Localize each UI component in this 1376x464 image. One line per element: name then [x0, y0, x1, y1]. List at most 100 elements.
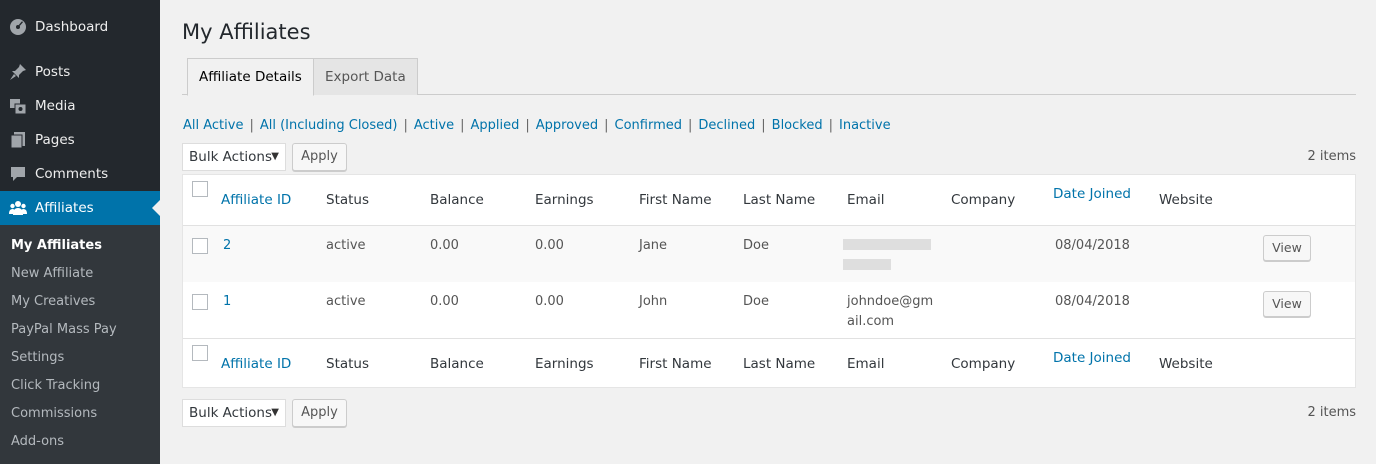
menu-dashboard-label: Dashboard [35, 19, 109, 35]
earnings-cell: 0.00 [535, 294, 564, 309]
separator: | [761, 118, 766, 133]
filter-all-active[interactable]: All Active [183, 118, 243, 133]
status-filters: All Active | All (Including Closed) | Active… [183, 118, 891, 133]
submenu-my-creatives[interactable]: My Creatives [11, 294, 95, 309]
last-name-cell: Doe [743, 294, 769, 309]
apply-button[interactable]: Apply [292, 399, 347, 427]
column-website: Website [1159, 192, 1213, 208]
page-title: My Affiliates [182, 20, 311, 44]
column-affiliate-id[interactable]: Affiliate ID [221, 356, 291, 372]
menu-posts-label: Posts [35, 64, 71, 80]
separator: | [688, 118, 693, 133]
row-checkbox[interactable] [192, 294, 208, 310]
date-joined-cell: 08/04/2018 [1055, 294, 1130, 309]
filter-all-including-closed[interactable]: All (Including Closed) [260, 118, 398, 133]
select-all-checkbox[interactable] [192, 181, 208, 197]
tab-export-data[interactable]: Export Data [313, 58, 418, 95]
item-count: 2 items [1307, 405, 1356, 420]
column-last-name: Last Name [743, 192, 816, 208]
menu-affiliates[interactable]: Affiliates [0, 191, 160, 225]
main-content: My Affiliates Affiliate Details Export D… [160, 0, 1376, 464]
tablenav-bottom: Bulk Actions ▼ Apply 2 items [182, 399, 1356, 427]
column-company: Company [951, 356, 1016, 372]
tablenav-top: Bulk Actions ▼ Apply 2 items [182, 143, 1356, 171]
submenu-my-affiliates[interactable]: My Affiliates [11, 238, 102, 253]
status-cell: active [326, 238, 366, 253]
separator: | [604, 118, 609, 133]
submenu-add-ons[interactable]: Add-ons [11, 434, 64, 449]
bulk-actions-label: Bulk Actions [189, 405, 272, 421]
table-row: 2 active 0.00 0.00 Jane Doe 08/04/2018 V… [183, 226, 1355, 282]
earnings-cell: 0.00 [535, 238, 564, 253]
separator: | [828, 118, 833, 133]
tab-affiliate-details[interactable]: Affiliate Details [187, 58, 314, 96]
date-joined-cell: 08/04/2018 [1055, 238, 1130, 253]
column-balance: Balance [430, 192, 484, 208]
separator: | [403, 118, 408, 133]
column-email: Email [847, 192, 885, 208]
column-earnings: Earnings [535, 192, 594, 208]
column-date-joined[interactable]: Date Joined [1053, 350, 1131, 366]
menu-dashboard[interactable]: Dashboard [0, 10, 160, 44]
item-count: 2 items [1307, 149, 1356, 164]
menu-media[interactable]: Media [0, 89, 160, 123]
affiliates-table: Affiliate ID Status Balance Earnings Fir… [182, 174, 1356, 388]
column-website: Website [1159, 356, 1213, 372]
select-all-checkbox-footer[interactable] [192, 345, 208, 361]
column-last-name: Last Name [743, 356, 816, 372]
submenu-new-affiliate[interactable]: New Affiliate [11, 266, 93, 281]
bulk-actions-label: Bulk Actions [189, 149, 272, 165]
filter-inactive[interactable]: Inactive [839, 118, 891, 133]
balance-cell: 0.00 [430, 238, 459, 253]
column-earnings: Earnings [535, 356, 594, 372]
bulk-actions-select[interactable]: Bulk Actions ▼ [182, 143, 286, 171]
affiliate-id-link[interactable]: 1 [223, 294, 231, 309]
apply-button[interactable]: Apply [292, 143, 347, 171]
filter-blocked[interactable]: Blocked [772, 118, 823, 133]
balance-cell: 0.00 [430, 294, 459, 309]
table-footer: Affiliate ID Status Balance Earnings Fir… [183, 338, 1355, 389]
dashboard-icon [8, 17, 28, 37]
table-header: Affiliate ID Status Balance Earnings Fir… [183, 175, 1355, 226]
filter-declined[interactable]: Declined [698, 118, 755, 133]
dropdown-arrow-icon: ▼ [271, 151, 279, 162]
menu-pages[interactable]: Pages [0, 123, 160, 157]
submenu-paypal-mass-pay[interactable]: PayPal Mass Pay [11, 322, 117, 337]
first-name-cell: Jane [639, 238, 668, 253]
pin-icon [8, 62, 28, 82]
column-affiliate-id[interactable]: Affiliate ID [221, 192, 291, 208]
view-button[interactable]: View [1263, 235, 1311, 261]
column-first-name: First Name [639, 356, 712, 372]
table-row: 1 active 0.00 0.00 John Doe johndoe@gm a… [183, 282, 1355, 338]
menu-comments-label: Comments [35, 166, 109, 182]
filter-applied[interactable]: Applied [470, 118, 519, 133]
menu-comments[interactable]: Comments [0, 157, 160, 191]
pages-icon [8, 130, 28, 150]
column-status: Status [326, 356, 370, 372]
dropdown-arrow-icon: ▼ [271, 407, 279, 418]
submenu-click-tracking[interactable]: Click Tracking [11, 378, 100, 393]
affiliates-submenu: My Affiliates New Affiliate My Creatives… [0, 225, 160, 464]
filter-confirmed[interactable]: Confirmed [615, 118, 683, 133]
submenu-commissions[interactable]: Commissions [11, 406, 97, 421]
first-name-cell: John [639, 294, 668, 309]
affiliate-id-link[interactable]: 2 [223, 238, 231, 253]
filter-approved[interactable]: Approved [536, 118, 598, 133]
media-icon [8, 96, 28, 116]
view-button[interactable]: View [1263, 291, 1311, 317]
row-checkbox[interactable] [192, 238, 208, 254]
email-line-2: ail.com [847, 314, 895, 329]
filter-active[interactable]: Active [414, 118, 454, 133]
groups-icon [8, 198, 28, 218]
comment-icon [8, 164, 28, 184]
bulk-actions-select[interactable]: Bulk Actions ▼ [182, 399, 286, 427]
menu-posts[interactable]: Posts [0, 55, 160, 89]
column-date-joined[interactable]: Date Joined [1053, 186, 1131, 202]
column-first-name: First Name [639, 192, 712, 208]
column-email: Email [847, 356, 885, 372]
separator: | [249, 118, 254, 133]
separator: | [525, 118, 530, 133]
menu-affiliates-label: Affiliates [35, 200, 94, 216]
redacted-email [843, 239, 931, 250]
submenu-settings[interactable]: Settings [11, 350, 64, 365]
